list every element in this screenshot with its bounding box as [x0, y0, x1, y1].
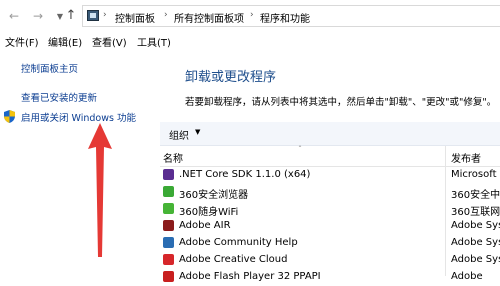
program-name: 360安全浏览器 — [179, 190, 249, 201]
360-browser-icon — [163, 186, 174, 197]
program-name: Adobe AIR — [179, 220, 231, 231]
column-name-header[interactable]: 名称 — [163, 150, 183, 165]
program-publisher: Adobe Sys — [451, 220, 500, 231]
column-header: ˆ 名称 发布者 — [160, 145, 500, 276]
page-title: 卸载或更改程序 — [185, 70, 277, 85]
program-publisher: Adobe — [451, 271, 483, 282]
menu-tools[interactable]: 工具(T) — [137, 34, 171, 49]
table-row[interactable]: 360随身WiFi 360互联网 — [160, 201, 500, 218]
organize-button[interactable]: 组织 — [169, 127, 189, 142]
table-row[interactable]: Adobe Flash Player 32 PPAPI Adobe — [160, 269, 500, 286]
table-row[interactable]: .NET Core SDK 1.1.0 (x64) Microsoft — [160, 167, 500, 184]
sort-up-icon: ˆ — [298, 145, 302, 154]
column-publisher-header[interactable]: 发布者 — [451, 150, 481, 165]
program-publisher: 360互联网 — [451, 207, 500, 218]
menu-file[interactable]: 文件(F) — [5, 34, 39, 49]
table-row[interactable]: Adobe AIR Adobe Sys — [160, 218, 500, 235]
dotnet-icon — [163, 169, 174, 180]
menu-edit[interactable]: 编辑(E) — [48, 34, 82, 49]
sidebar-updates-link[interactable]: 查看已安装的更新 — [21, 90, 97, 104]
table-row[interactable]: Adobe Creative Cloud Adobe Sys — [160, 252, 500, 269]
separator-icon[interactable]: › — [164, 10, 168, 20]
sidebar-features-link[interactable]: 启用或关闭 Windows 功能 — [21, 110, 136, 124]
program-name: .NET Core SDK 1.1.0 (x64) — [179, 169, 311, 180]
program-publisher: Microsoft — [451, 169, 497, 180]
address-row: ← → ▼ ↑ › 控制面板 › 所有控制面板项 › 程序和功能 — [0, 0, 500, 32]
program-name: Adobe Flash Player 32 PPAPI — [179, 271, 321, 282]
breadcrumb-item[interactable]: 控制面板 — [115, 10, 155, 25]
address-bar[interactable]: › 控制面板 › 所有控制面板项 › 程序和功能 — [82, 5, 500, 27]
creative-cloud-icon — [163, 254, 174, 265]
program-publisher: Adobe Sys — [451, 254, 500, 265]
control-panel-icon — [87, 10, 99, 21]
arrow-right-icon[interactable]: → — [31, 9, 45, 23]
menu-view[interactable]: 查看(V) — [92, 34, 127, 49]
shield-icon — [4, 110, 15, 123]
program-publisher: Adobe Sys — [451, 237, 500, 248]
table-row[interactable]: Adobe Community Help Adobe Sys — [160, 235, 500, 252]
table-row[interactable]: 360安全浏览器 360安全中 — [160, 184, 500, 201]
annotation-arrow — [88, 123, 112, 257]
page-description: 若要卸载程序，请从列表中将其选中，然后单击"卸载"、"更改"或"修复"。 — [185, 97, 497, 108]
sidebar-home-link[interactable]: 控制面板主页 — [21, 61, 78, 75]
arrow-up-icon[interactable]: ↑ — [64, 9, 78, 23]
breadcrumb-item[interactable]: 所有控制面板项 — [174, 10, 244, 25]
program-name: Adobe Community Help — [179, 237, 298, 248]
menu-bar: 文件(F) 编辑(E) 查看(V) 工具(T) — [0, 33, 500, 49]
caret-down-icon[interactable]: ▼ — [195, 128, 200, 136]
toolbar: 组织 ▼ — [160, 122, 500, 146]
flash-icon — [163, 271, 174, 282]
adobe-help-icon — [163, 237, 174, 248]
separator-icon[interactable]: › — [250, 10, 254, 20]
separator-icon[interactable]: › — [103, 10, 107, 20]
program-name: 360随身WiFi — [179, 207, 239, 218]
program-name: Adobe Creative Cloud — [179, 254, 288, 265]
breadcrumb-item[interactable]: 程序和功能 — [260, 10, 310, 25]
adobe-air-icon — [163, 220, 174, 231]
360-wifi-icon — [163, 203, 174, 214]
arrow-left-icon[interactable]: ← — [7, 9, 21, 23]
program-publisher: 360安全中 — [451, 190, 500, 201]
